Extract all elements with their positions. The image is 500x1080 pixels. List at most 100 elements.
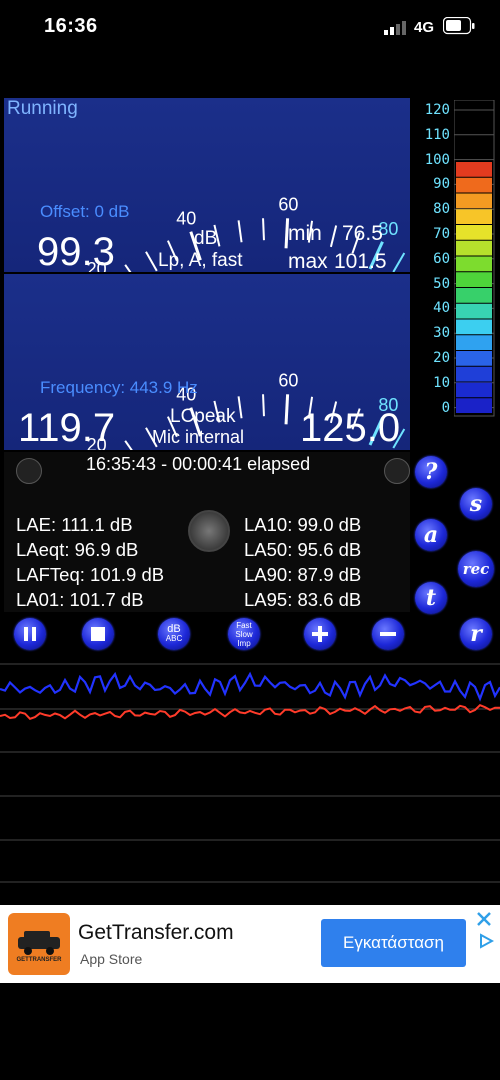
status-time: 16:36: [44, 15, 98, 37]
run-state: Running: [7, 98, 78, 119]
install-button[interactable]: Εγκατάσταση: [321, 919, 466, 967]
screw-icon: [384, 458, 410, 484]
stop-button[interactable]: [82, 618, 114, 650]
knob-icon[interactable]: [188, 510, 230, 552]
peak-meter: 020406080100120 Frequency: 443.9 Hz 119.…: [4, 274, 410, 450]
car-icon: [18, 931, 60, 955]
stat-la90: LA90: 87.9 dB: [244, 564, 362, 585]
plus-icon: [312, 626, 328, 642]
minus-icon: [380, 632, 396, 636]
s-button[interactable]: s: [460, 488, 492, 520]
record-button[interactable]: rec: [458, 551, 494, 587]
stop-icon: [91, 627, 105, 641]
bar-segment: [456, 319, 492, 335]
dial-tick: [262, 218, 265, 241]
dial-label: 40: [176, 208, 196, 228]
dial-tick: [237, 396, 243, 419]
help-button[interactable]: ?: [415, 456, 447, 488]
scale-label: 50: [433, 275, 450, 292]
bar-segment: [456, 209, 492, 224]
mode-label: Lp, A, fast: [158, 250, 243, 271]
frequency-label: Frequency: 443.9 Hz: [40, 378, 198, 397]
stat-lafteq: LAFTeq: 101.9 dB: [16, 564, 165, 585]
statistics-panel: 16:35:43 - 00:00:41 elapsed LAE: 111.1 d…: [4, 452, 410, 612]
dial-tick: [262, 394, 265, 417]
scale-label: 90: [433, 176, 450, 193]
zoom-out-button[interactable]: [372, 618, 404, 650]
graph-bg: [0, 662, 500, 884]
dial-tick: [145, 251, 158, 272]
sound-level-meter: 020406080100120 Running Offset: 0 dB 99.…: [4, 98, 410, 272]
scale-label: 100: [424, 151, 450, 168]
battery-icon: [443, 17, 475, 35]
speed-imp: Imp: [237, 638, 251, 648]
stat-la50: LA50: 95.6 dB: [244, 539, 362, 560]
max-label: max: [288, 250, 328, 272]
adchoices-icon[interactable]: [478, 933, 494, 949]
level-bar: [454, 100, 495, 417]
min-label: min: [288, 222, 322, 245]
scale-label: 110: [424, 126, 450, 143]
dial-tick: [124, 264, 132, 272]
peak-mode-label: LCpeak: [170, 406, 236, 427]
ad-title: GetTransfer.com: [78, 921, 234, 944]
speed-slow: Slow: [235, 629, 253, 639]
stat-la01: LA01: 101.7 dB: [16, 589, 144, 610]
ad-logo-text: GETTRANSFER: [16, 957, 62, 963]
zoom-in-button[interactable]: [304, 618, 336, 650]
dial-tick: [284, 394, 290, 425]
bar-segment: [456, 162, 492, 177]
scale-label: 20: [433, 350, 450, 366]
bar-segment: [456, 240, 492, 256]
source-label: Mic internal: [152, 427, 245, 447]
weighting-sub: ABC: [165, 634, 183, 643]
elapsed-timer: 16:35:43 - 00:00:41 elapsed: [86, 454, 311, 474]
dial-label: 60: [278, 370, 298, 390]
dial-label: 60: [278, 194, 298, 214]
bar-segment: [456, 335, 492, 350]
bar-segment: [456, 177, 492, 193]
pause-button[interactable]: [14, 618, 46, 650]
scale-label: 60: [433, 250, 450, 267]
bar-segment: [456, 272, 492, 287]
t-button[interactable]: t: [415, 582, 447, 614]
bar-segment: [456, 288, 492, 303]
level-history-graph: [0, 662, 500, 884]
reset-button[interactable]: r: [460, 618, 492, 650]
status-bar: 16:36 4G: [0, 0, 500, 56]
stat-la95: LA95: 83.6 dB: [244, 589, 362, 610]
dial-tick: [329, 225, 338, 248]
unit-label: dB: [194, 228, 218, 249]
level-value: 99.3: [37, 230, 115, 272]
dial-tick: [124, 440, 133, 450]
bar-segment: [456, 351, 492, 366]
stat-lae: LAE: 111.1 dB: [16, 514, 133, 535]
dial-tick: [392, 252, 406, 272]
pause-icon: [24, 627, 36, 641]
scale-label: 30: [433, 325, 450, 342]
signal-icon: [384, 21, 406, 35]
close-icon[interactable]: [476, 911, 492, 927]
level-bar-scale: 120 110 100 90 80 70 60 50 40 30 20 10 0: [416, 100, 496, 420]
scale-label: 40: [433, 300, 450, 317]
bar-segment: [456, 398, 492, 413]
a-button[interactable]: a: [415, 519, 447, 551]
stat-la10: LA10: 99.0 dB: [244, 514, 362, 535]
speed-button[interactable]: Fast Slow Imp: [228, 618, 260, 650]
bar-segment: [456, 303, 492, 319]
network-type: 4G: [414, 19, 435, 36]
speed-fast: Fast: [236, 620, 252, 630]
scale-label: 10: [433, 374, 450, 391]
peak-level-value: 119.7: [18, 406, 116, 450]
offset-label: Offset: 0 dB: [40, 202, 130, 221]
scale-label: 120: [424, 102, 450, 118]
scale-label: 80: [433, 201, 450, 218]
bar-segment: [456, 366, 492, 382]
ad-subtitle: App Store: [80, 951, 143, 967]
bar-segment: [456, 193, 492, 209]
min-value: 76.5: [342, 222, 383, 245]
bar-segment: [456, 225, 492, 240]
peak-hold-value: 125.0: [300, 406, 401, 450]
weighting-button[interactable]: dB ABC: [158, 618, 190, 650]
scale-label: 70: [433, 226, 450, 242]
